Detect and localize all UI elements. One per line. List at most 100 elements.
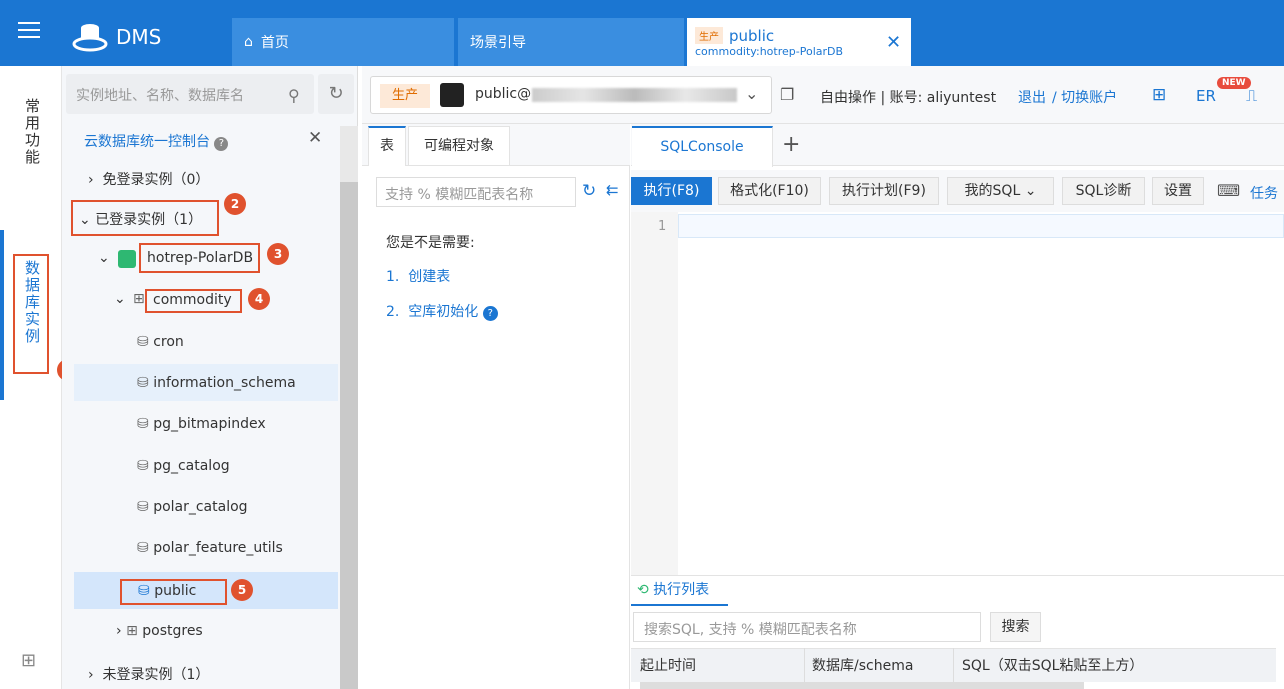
tree-schema-public[interactable]: ⛁ public xyxy=(120,579,227,605)
col-divider xyxy=(953,648,954,682)
callout-3: 3 xyxy=(267,243,289,265)
schema-icon: ⛁ xyxy=(137,499,149,515)
env-badge: 生产 xyxy=(695,27,723,44)
format-button[interactable]: 格式化(F10) xyxy=(718,177,821,205)
logout-link[interactable]: 退出 xyxy=(1018,87,1046,107)
copy-icon[interactable]: ❐ xyxy=(780,85,794,104)
callout-2: 2 xyxy=(224,193,246,215)
chevron-down-icon[interactable]: ⌄ xyxy=(745,84,758,103)
line-number: 1 xyxy=(658,219,667,234)
table-icon: ⊞ xyxy=(133,291,145,307)
tree-schema[interactable]: ⛁ polar_catalog xyxy=(137,499,248,515)
nav-active-indicator xyxy=(0,230,4,400)
help-icon[interactable]: ? xyxy=(214,137,229,151)
tree-schema[interactable]: ⛁ pg_catalog xyxy=(137,458,230,474)
tree-database[interactable]: commodity xyxy=(145,289,242,313)
history-icon: ⟲ xyxy=(637,582,649,598)
h-scrollbar[interactable] xyxy=(640,682,1084,689)
add-tab-button[interactable]: + xyxy=(782,132,800,157)
nav-common[interactable]: 常用功能 xyxy=(22,98,43,166)
mode-text: 自由操作 | 账号: aliyuntest xyxy=(820,90,997,106)
chevron-down-icon[interactable]: ⌄ xyxy=(98,250,110,266)
callout-4: 4 xyxy=(248,288,270,310)
schema-icon: ⛁ xyxy=(137,334,149,350)
help-icon[interactable]: ? xyxy=(482,306,498,321)
exec-button[interactable]: 执行(F8) xyxy=(631,177,712,205)
schema-icon: ⛁ xyxy=(137,540,149,556)
keyboard-icon[interactable]: ⌨ xyxy=(1217,181,1240,200)
menu-icon[interactable] xyxy=(18,22,40,42)
col-divider xyxy=(804,648,805,682)
table-icon: ⊞ xyxy=(126,623,138,639)
suggest-title: 您是不是需要: xyxy=(386,235,475,251)
col-sql: SQL（双击SQL粘贴至上方） xyxy=(962,658,1144,674)
grid-icon[interactable]: ⊞ xyxy=(21,650,36,671)
tree-schema[interactable]: ⛁ polar_feature_utils xyxy=(137,540,283,556)
callout-5: 5 xyxy=(231,579,253,601)
dms-logo-icon xyxy=(72,24,108,52)
tab-programmable[interactable]: 可编程对象 xyxy=(408,126,510,166)
tree-group-logged-in[interactable]: ⌄ 已登录实例（1） xyxy=(71,200,219,236)
tree-group-no-login[interactable]: › 免登录实例（0） xyxy=(88,169,209,189)
app-name: DMS xyxy=(116,25,162,49)
chevron-right-icon: › xyxy=(116,623,122,639)
tab-guide[interactable]: 场景引导 xyxy=(458,18,684,66)
col-schema: 数据库/schema xyxy=(812,658,914,674)
plan-button[interactable]: 执行计划(F9) xyxy=(829,177,939,205)
chart-icon[interactable]: ⎍ xyxy=(1246,86,1257,106)
home-icon: ⌂ xyxy=(244,34,253,50)
tab-public[interactable]: 生产 public commodity:hotrep-PolarDB xyxy=(687,18,911,66)
close-panel-icon[interactable]: ✕ xyxy=(308,128,322,148)
tree-schema[interactable]: ⛁ information_schema xyxy=(137,375,296,391)
tab-table[interactable]: 表 xyxy=(368,126,406,166)
tab-sql-console[interactable]: SQLConsole xyxy=(632,126,773,167)
sql-active-line xyxy=(678,214,1284,238)
tab-guide-label: 场景引导 xyxy=(470,35,526,51)
line-gutter xyxy=(631,212,678,575)
tree-schema[interactable]: ⛁ pg_bitmapindex xyxy=(137,416,266,432)
exec-search-button[interactable]: 搜索 xyxy=(990,612,1041,642)
suggest-create-table[interactable]: 1. 创建表 xyxy=(386,266,450,286)
refresh-icon[interactable]: ↻ xyxy=(582,181,596,201)
close-tab-icon[interactable]: ✕ xyxy=(886,32,901,53)
schema-icon: ⛁ xyxy=(137,375,149,391)
tree-other-db[interactable]: › ⊞ postgres xyxy=(116,623,203,639)
er-button[interactable]: ER xyxy=(1196,87,1216,105)
tab-home-label: 首页 xyxy=(260,35,289,51)
logo[interactable]: DMS xyxy=(72,22,161,52)
scrollbar-thumb[interactable] xyxy=(340,182,358,689)
search-icon[interactable]: ⚲ xyxy=(288,86,300,105)
grid-view-icon[interactable]: ⊞ xyxy=(1152,85,1166,105)
my-sql-button[interactable]: 我的SQL ⌄ xyxy=(947,177,1054,205)
chevron-down-icon[interactable]: ⌄ xyxy=(114,291,126,307)
db-label: public@ xyxy=(475,86,532,102)
settings-button[interactable]: 设置 xyxy=(1152,177,1204,205)
tab-public-label: public xyxy=(729,26,775,45)
tree-search-input[interactable]: 实例地址、名称、数据库名 xyxy=(66,74,314,114)
tasks-link[interactable]: 任务 xyxy=(1250,183,1284,203)
tab-home[interactable]: ⌂ 首页 xyxy=(232,18,454,66)
db-type-icon xyxy=(440,83,464,107)
console-title[interactable]: 云数据库统一控制台 ? xyxy=(84,131,229,151)
tree-instance[interactable]: hotrep-PolarDB xyxy=(139,243,260,273)
tree-schema[interactable]: ⛁ cron xyxy=(137,334,184,350)
db-label-blurred xyxy=(532,88,737,102)
schema-icon: ⛁ xyxy=(137,458,149,474)
sql-editor[interactable] xyxy=(678,212,1284,575)
sql-diag-button[interactable]: SQL诊断 xyxy=(1062,177,1145,205)
list-toggle-icon[interactable]: ⇇ xyxy=(606,181,619,199)
tree-group-not-logged[interactable]: › 未登录实例（1） xyxy=(88,664,209,684)
exec-list-tab[interactable]: ⟲ 执行列表 xyxy=(631,576,728,606)
col-time: 起止时间 xyxy=(640,658,696,674)
switch-account-link[interactable]: / 切换账户 xyxy=(1052,87,1117,107)
suggest-init[interactable]: 2. 空库初始化 ? xyxy=(386,301,498,321)
polardb-icon xyxy=(118,250,136,268)
nav-db-instance[interactable]: 数据库实例 xyxy=(13,254,49,374)
chevron-down-icon: ⌄ xyxy=(1024,183,1037,199)
chevron-right-icon: › xyxy=(88,172,94,188)
table-filter-input[interactable]: 支持 % 模糊匹配表名称 xyxy=(376,177,576,207)
object-panel xyxy=(362,124,630,689)
exec-search-input[interactable]: 搜索SQL, 支持 % 模糊匹配表名称 xyxy=(633,612,981,642)
refresh-button[interactable]: ↻ xyxy=(318,74,354,114)
chevron-right-icon: › xyxy=(88,667,94,683)
